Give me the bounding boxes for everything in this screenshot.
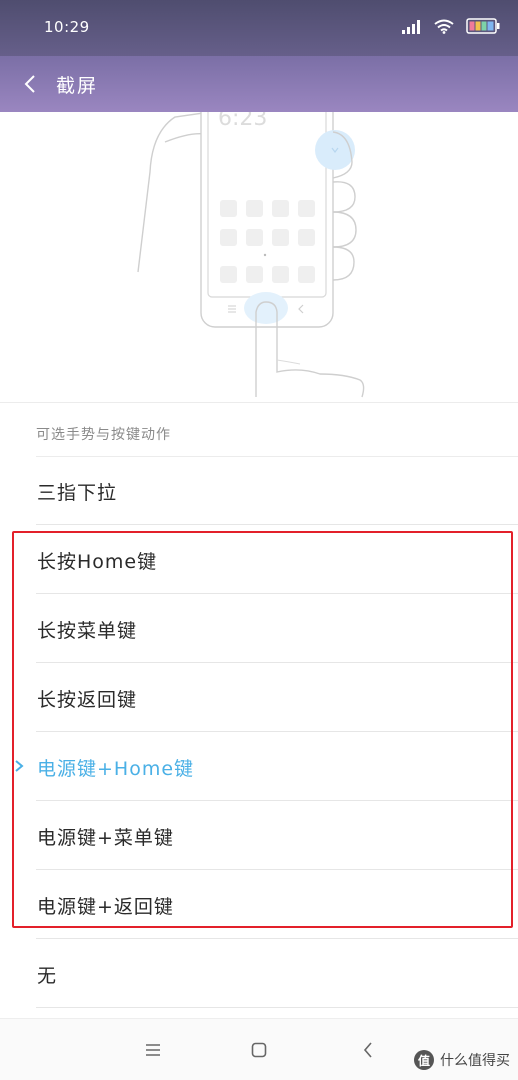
option-label: 三指下拉: [37, 481, 118, 504]
section-header: 可选手势与按键动作: [36, 427, 171, 443]
gesture-illustration: 6:23: [0, 112, 518, 402]
row-divider: [36, 662, 518, 663]
option-long-press-back[interactable]: 长按返回键: [0, 664, 518, 732]
signal-icon: [402, 19, 422, 38]
option-power-home[interactable]: 电源键+Home键: [0, 733, 518, 801]
menu-icon: [146, 1044, 160, 1056]
option-label: 长按返回键: [37, 688, 138, 711]
nav-back-button[interactable]: [355, 1037, 381, 1063]
option-label: 无: [37, 964, 58, 987]
option-label: 电源键+菜单键: [37, 826, 174, 849]
nav-menu-button[interactable]: [140, 1037, 166, 1063]
app-bar: 截屏: [0, 56, 518, 112]
row-divider: [36, 593, 518, 594]
home-icon: [251, 1042, 267, 1058]
page-title: 截屏: [56, 75, 99, 97]
phone-clock-text: 6:23: [218, 112, 267, 131]
battery-icon: [466, 18, 500, 38]
nav-home-button[interactable]: [246, 1037, 272, 1063]
status-icons: [402, 18, 500, 38]
option-none[interactable]: 无: [0, 940, 518, 1008]
option-label: 长按菜单键: [37, 619, 138, 642]
wifi-icon: [434, 19, 454, 38]
phone-hand-illustration: 6:23: [137, 112, 365, 398]
back-icon: [363, 1042, 372, 1058]
option-power-back[interactable]: 电源键+返回键: [0, 871, 518, 939]
row-divider: [36, 869, 518, 870]
option-label: 电源键+返回键: [37, 895, 174, 918]
row-divider: [36, 524, 518, 525]
option-long-press-home[interactable]: 长按Home键: [0, 526, 518, 594]
system-nav-bar: [0, 1018, 518, 1080]
watermark-text: 什么值得买: [440, 1053, 510, 1069]
row-divider: [36, 731, 518, 732]
back-arrow-icon: [24, 75, 35, 93]
selected-check-icon: [15, 760, 24, 772]
divider: [0, 402, 518, 403]
row-divider: [36, 938, 518, 939]
option-label: 长按Home键: [37, 550, 158, 573]
option-three-finger-swipe[interactable]: 三指下拉: [0, 457, 518, 525]
option-power-menu[interactable]: 电源键+菜单键: [0, 802, 518, 870]
status-bar: 10:29: [0, 0, 518, 56]
status-time: 10:29: [44, 18, 90, 36]
option-long-press-menu[interactable]: 长按菜单键: [0, 595, 518, 663]
row-divider: [36, 800, 518, 801]
watermark: 值 什么值得买: [414, 1050, 510, 1070]
back-button[interactable]: [16, 70, 44, 98]
row-divider: [36, 1007, 518, 1008]
option-label: 电源键+Home键: [37, 757, 195, 780]
watermark-badge: 值: [414, 1050, 434, 1070]
